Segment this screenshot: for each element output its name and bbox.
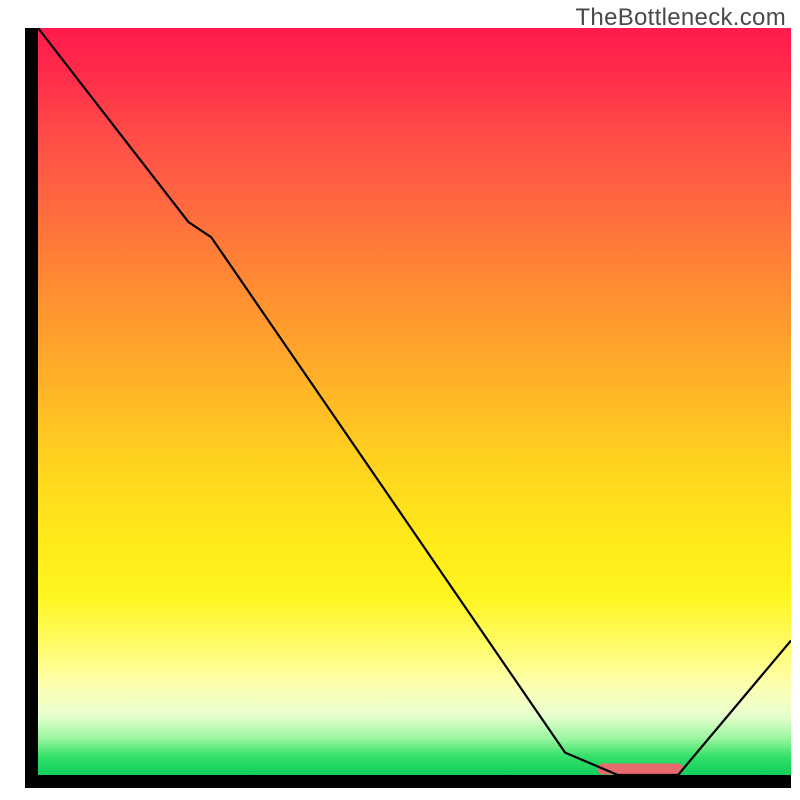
y-axis-line [25,28,38,788]
x-axis-line [25,775,791,788]
bottleneck-curve [38,28,791,775]
chart-container: TheBottleneck.com [0,0,800,800]
chart-overlay [38,28,791,775]
